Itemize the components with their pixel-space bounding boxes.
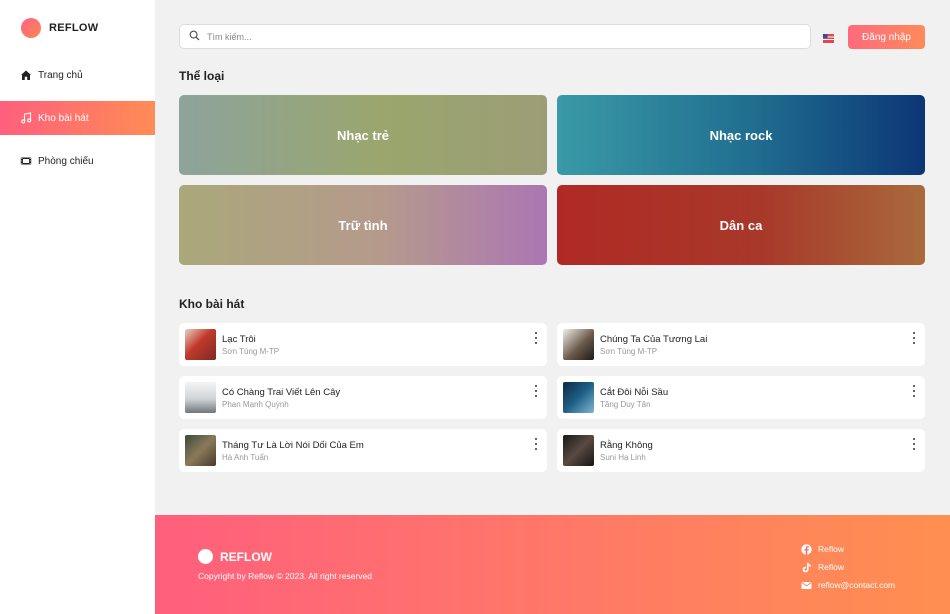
logo-circle-icon	[21, 18, 41, 38]
song-cover	[563, 435, 594, 466]
sidebar-item-home[interactable]: Trang chủ	[0, 58, 155, 92]
sidebar-item-label: Phòng chiếu	[38, 155, 94, 167]
brand-name: REFLOW	[49, 22, 99, 34]
genre-card-tru-tinh[interactable]: Trữ tình	[179, 185, 547, 265]
footer-link-label: Reflow	[818, 544, 844, 554]
song-cover	[185, 435, 216, 466]
song-item[interactable]: Tháng Tư Là Lời Nói Dối Của Em Hà Anh Tu…	[179, 429, 547, 472]
sidebar-item-songs[interactable]: Kho bài hát	[0, 101, 155, 135]
search-icon	[189, 28, 200, 46]
more-options-icon[interactable]	[533, 385, 539, 397]
more-options-icon[interactable]	[911, 438, 917, 450]
song-artist: Tăng Duy Tân	[600, 400, 651, 409]
song-artist: Sơn Tùng M-TP	[600, 347, 658, 356]
song-artist: Suni Hạ Linh	[600, 453, 646, 462]
song-artist: Phan Mạnh Quỳnh	[222, 400, 289, 409]
search-bar[interactable]	[179, 24, 811, 49]
song-cover	[185, 382, 216, 413]
songs-heading: Kho bài hát	[179, 297, 245, 311]
song-title: Có Chàng Trai Viết Lên Cây	[222, 387, 341, 398]
genre-label: Trữ tình	[338, 217, 388, 233]
sidebar-item-label: Trang chủ	[38, 69, 83, 81]
footer-brand[interactable]: REFLOW	[198, 549, 272, 564]
genre-label: Nhạc rock	[709, 127, 773, 143]
song-cover	[563, 382, 594, 413]
search-input[interactable]	[207, 31, 767, 42]
footer-link-facebook[interactable]: Reflow	[801, 540, 895, 558]
song-item[interactable]: Có Chàng Trai Viết Lên Cây Phan Mạnh Quỳ…	[179, 376, 547, 419]
footer-brand-name: REFLOW	[220, 549, 272, 564]
genre-card-nhac-rock[interactable]: Nhạc rock	[557, 95, 925, 175]
sidebar-nav: Trang chủ Kho bài hát Phòng chiếu	[0, 58, 155, 187]
genre-label: Nhạc trẻ	[336, 127, 390, 143]
genre-card-dan-ca[interactable]: Dân ca	[557, 185, 925, 265]
footer-link-label: Reflow	[818, 562, 844, 572]
language-flag-icon[interactable]	[823, 31, 834, 43]
genre-label: Dân ca	[719, 217, 763, 233]
logo-circle-icon	[198, 549, 213, 564]
footer-links: Reflow Reflow reflow@contact.com	[801, 540, 895, 594]
more-options-icon[interactable]	[911, 332, 917, 344]
login-button[interactable]: Đăng nhập	[848, 25, 925, 49]
facebook-icon	[801, 543, 812, 555]
song-cover	[563, 329, 594, 360]
film-icon	[19, 154, 33, 168]
more-options-icon[interactable]	[533, 438, 539, 450]
song-artist: Sơn Tùng M-TP	[222, 347, 280, 356]
footer: REFLOW Copyright by Reflow © 2023. All r…	[155, 515, 950, 614]
brand-logo[interactable]: REFLOW	[21, 18, 98, 38]
mail-icon	[801, 580, 812, 591]
song-item[interactable]: Chúng Ta Của Tương Lai Sơn Tùng M-TP	[557, 323, 925, 366]
song-cover	[185, 329, 216, 360]
song-title: Tháng Tư Là Lời Nói Dối Của Em	[222, 440, 364, 451]
song-item[interactable]: Lạc Trôi Sơn Tùng M-TP	[179, 323, 547, 366]
sidebar-item-cinema[interactable]: Phòng chiếu	[0, 144, 155, 178]
footer-link-label: reflow@contact.com	[818, 580, 896, 590]
song-artist: Hà Anh Tuấn	[222, 453, 269, 462]
home-icon	[19, 68, 33, 82]
genres-heading: Thể loại	[179, 69, 225, 83]
song-item[interactable]: Cắt Đôi Nỗi Sầu Tăng Duy Tân	[557, 376, 925, 419]
tiktok-icon	[801, 562, 812, 573]
sidebar: REFLOW Trang chủ Kho bài hát Phòng chiếu	[0, 0, 155, 614]
song-title: Lạc Trôi	[222, 334, 256, 345]
music-note-icon	[19, 111, 33, 125]
song-item[interactable]: Rằng Không Suni Hạ Linh	[557, 429, 925, 472]
song-title: Cắt Đôi Nỗi Sầu	[600, 387, 669, 398]
sidebar-item-label: Kho bài hát	[38, 112, 89, 124]
footer-copyright: Copyright by Reflow © 2023. All right re…	[198, 571, 372, 581]
footer-link-email[interactable]: reflow@contact.com	[801, 576, 895, 594]
footer-link-tiktok[interactable]: Reflow	[801, 558, 895, 576]
genre-card-nhac-tre[interactable]: Nhạc trẻ	[179, 95, 547, 175]
song-title: Rằng Không	[600, 440, 653, 451]
song-title: Chúng Ta Của Tương Lai	[600, 334, 708, 345]
more-options-icon[interactable]	[533, 332, 539, 344]
more-options-icon[interactable]	[911, 385, 917, 397]
